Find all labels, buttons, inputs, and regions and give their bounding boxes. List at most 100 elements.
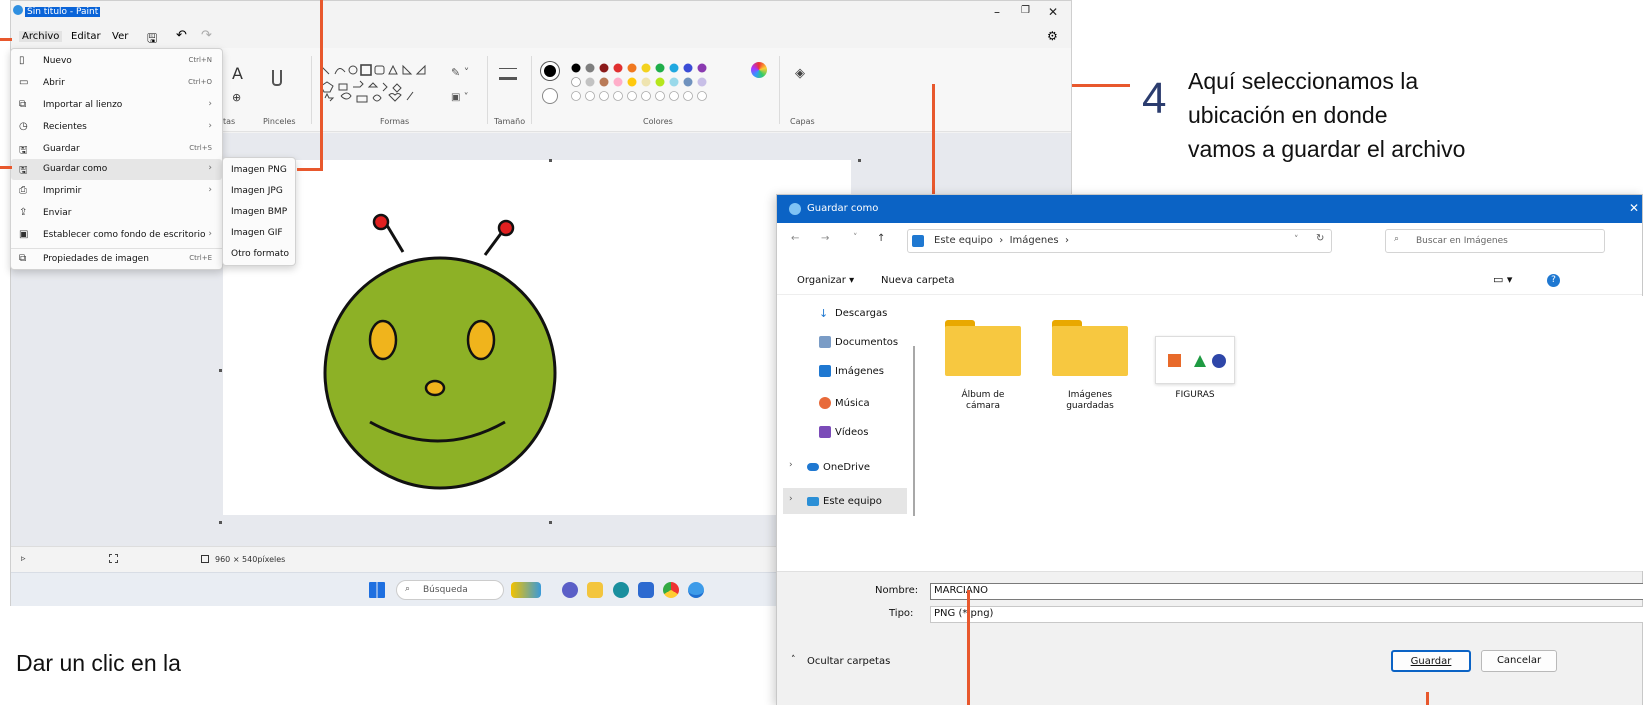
paint-app-icon <box>13 5 23 15</box>
search-icon: ⌕ <box>1394 234 1400 244</box>
new-file-icon: ▯ <box>19 55 25 66</box>
outline-icon[interactable]: ✎ ˅ <box>451 66 469 79</box>
edit-colors-icon[interactable] <box>751 62 767 78</box>
ribbon-label-colors: Colores <box>643 117 673 126</box>
submenu-gif[interactable]: Imagen GIF <box>231 228 283 238</box>
menu-item-fondo[interactable]: ▣ Establecer como fondo de escritorio › <box>11 225 222 246</box>
menu-item-importar[interactable]: ⧉ Importar al lienzo › <box>11 95 222 116</box>
window-title: Sin título - Paint <box>25 7 101 17</box>
settings-gear-icon[interactable]: ⚙ <box>1047 29 1058 43</box>
drawing-canvas[interactable] <box>223 160 851 515</box>
submenu-png[interactable]: Imagen PNG <box>231 165 287 175</box>
size-icon[interactable] <box>499 68 517 80</box>
chevron-right-icon[interactable]: › <box>789 460 793 470</box>
folder-imagenes-guardadas[interactable] <box>1052 320 1128 376</box>
up-arrow-icon[interactable]: ↑ <box>877 233 885 244</box>
canvas-resize-handle[interactable] <box>549 159 552 162</box>
chrome-icon[interactable] <box>663 582 679 598</box>
canvas-size-icon <box>201 555 209 563</box>
ribbon-label-tools: tas <box>223 117 236 126</box>
search-input[interactable]: ⌕ Buscar en Imágenes <box>1385 229 1605 253</box>
folder-album-camara[interactable] <box>945 320 1021 376</box>
menu-item-guardar[interactable]: 🖫 Guardar Ctrl+S <box>11 139 222 160</box>
close-icon[interactable]: ✕ <box>1048 5 1058 19</box>
redo-icon[interactable]: ↷ <box>201 28 212 43</box>
chevron-down-icon[interactable]: ˅ <box>853 233 858 243</box>
chevron-right-icon[interactable]: › <box>789 494 793 504</box>
edge-icon[interactable] <box>613 582 629 598</box>
store-icon[interactable] <box>638 582 654 598</box>
menu-item-recientes[interactable]: ◷ Recientes › <box>11 117 222 138</box>
shapes-gallery[interactable] <box>317 62 445 104</box>
menu-item-abrir[interactable]: ▭ Abrir Ctrl+O <box>11 73 222 94</box>
file-explorer-icon[interactable] <box>587 582 603 598</box>
shapes-thumbnail-icon <box>1168 354 1226 368</box>
undo-icon[interactable]: ↶ <box>176 28 187 43</box>
address-bar[interactable]: Este equipo › Imágenes › ˅ ↻ <box>907 229 1332 253</box>
color1-swatch[interactable] <box>541 62 559 80</box>
text-tool-icon[interactable]: A <box>232 64 243 83</box>
cancel-button[interactable]: Cancelar <box>1481 650 1557 672</box>
save-icon[interactable]: 🖫 <box>147 29 157 50</box>
selection-icon <box>109 554 118 563</box>
hide-folders-button[interactable]: Ocultar carpetas <box>807 656 890 667</box>
ribbon-label-brushes: Pinceles <box>263 117 296 126</box>
view-icon[interactable]: ▭ ▾ <box>1493 273 1512 286</box>
videos-icon <box>819 426 831 438</box>
menu-editar[interactable]: Editar <box>71 31 101 42</box>
pictures-icon <box>819 365 831 377</box>
chat-icon[interactable] <box>562 582 578 598</box>
menu-item-propiedades[interactable]: ⧉ Propiedades de imagen Ctrl+E <box>11 248 222 269</box>
step-number: 4 <box>1142 74 1167 123</box>
save-button[interactable]: Guardar <box>1391 650 1471 672</box>
pointer-line <box>1072 84 1130 87</box>
organize-button[interactable]: Organizar ▾ <box>797 275 854 286</box>
download-icon: ↓ <box>819 307 829 320</box>
sidebar-scrollbar[interactable] <box>913 346 915 516</box>
chevron-up-icon[interactable]: ˄ <box>791 655 796 665</box>
back-arrow-icon[interactable]: ← <box>791 233 799 244</box>
submenu-bmp[interactable]: Imagen BMP <box>231 207 287 217</box>
menu-item-enviar[interactable]: ⇪ Enviar <box>11 203 222 224</box>
windows-start-icon[interactable] <box>369 582 385 598</box>
widgets-icon[interactable] <box>511 582 541 598</box>
help-icon[interactable]: ? <box>1547 274 1560 287</box>
canvas-resize-handle[interactable] <box>549 521 552 524</box>
filetype-select[interactable]: PNG (*.png) <box>930 606 1643 623</box>
pictures-icon <box>912 235 924 247</box>
share-icon: ⇪ <box>19 207 28 218</box>
pointer-icon: ▹ <box>21 554 26 564</box>
canvas-resize-handle[interactable] <box>219 369 222 372</box>
color2-swatch[interactable] <box>542 88 558 104</box>
menu-archivo[interactable]: Archivo <box>19 31 63 42</box>
maximize-icon[interactable]: ❐ <box>1021 5 1030 16</box>
fill-icon[interactable]: ▣ ˅ <box>451 92 469 103</box>
filename-input[interactable]: MARCIANO <box>930 583 1643 600</box>
pointer-line <box>297 168 323 171</box>
properties-icon: ⧉ <box>19 253 27 264</box>
layers-icon[interactable]: ◈ <box>795 66 805 81</box>
minimize-icon[interactable]: – <box>994 5 1000 19</box>
canvas-resize-handle[interactable] <box>219 521 222 524</box>
menu-item-guardar-como[interactable]: 🖫 Guardar como › <box>11 159 222 180</box>
new-folder-button[interactable]: Nueva carpeta <box>881 275 954 286</box>
refresh-icon[interactable]: ↻ <box>1316 233 1324 244</box>
menu-item-nuevo[interactable]: ▯ Nuevo Ctrl+N <box>11 51 222 72</box>
submenu-jpg[interactable]: Imagen JPG <box>231 186 283 196</box>
file-figuras[interactable] <box>1155 336 1235 384</box>
dialog-close-icon[interactable]: ✕ <box>1629 201 1639 215</box>
forward-arrow-icon[interactable]: → <box>821 233 829 244</box>
canvas-resize-handle[interactable] <box>858 159 861 162</box>
annotation-line-2: ubicación en donde <box>1188 102 1388 128</box>
zoom-icon[interactable]: ⊕ <box>232 91 241 104</box>
save-as-dialog: Guardar como ✕ ← → ˅ ↑ Este equipo › Imá… <box>776 194 1643 705</box>
menu-item-imprimir[interactable]: ⎙ Imprimir › <box>11 181 222 202</box>
submenu-other[interactable]: Otro formato <box>231 249 289 259</box>
paint-taskbar-icon[interactable] <box>688 582 704 598</box>
taskbar-search[interactable]: ⌕ Búsqueda <box>396 580 504 600</box>
color-palette[interactable] <box>571 62 751 102</box>
menu-ver[interactable]: Ver <box>112 31 128 42</box>
dialog-title-bar: Guardar como ✕ <box>777 195 1642 223</box>
brush-icon[interactable] <box>272 70 282 86</box>
chevron-down-icon[interactable]: ˅ <box>1294 235 1299 245</box>
